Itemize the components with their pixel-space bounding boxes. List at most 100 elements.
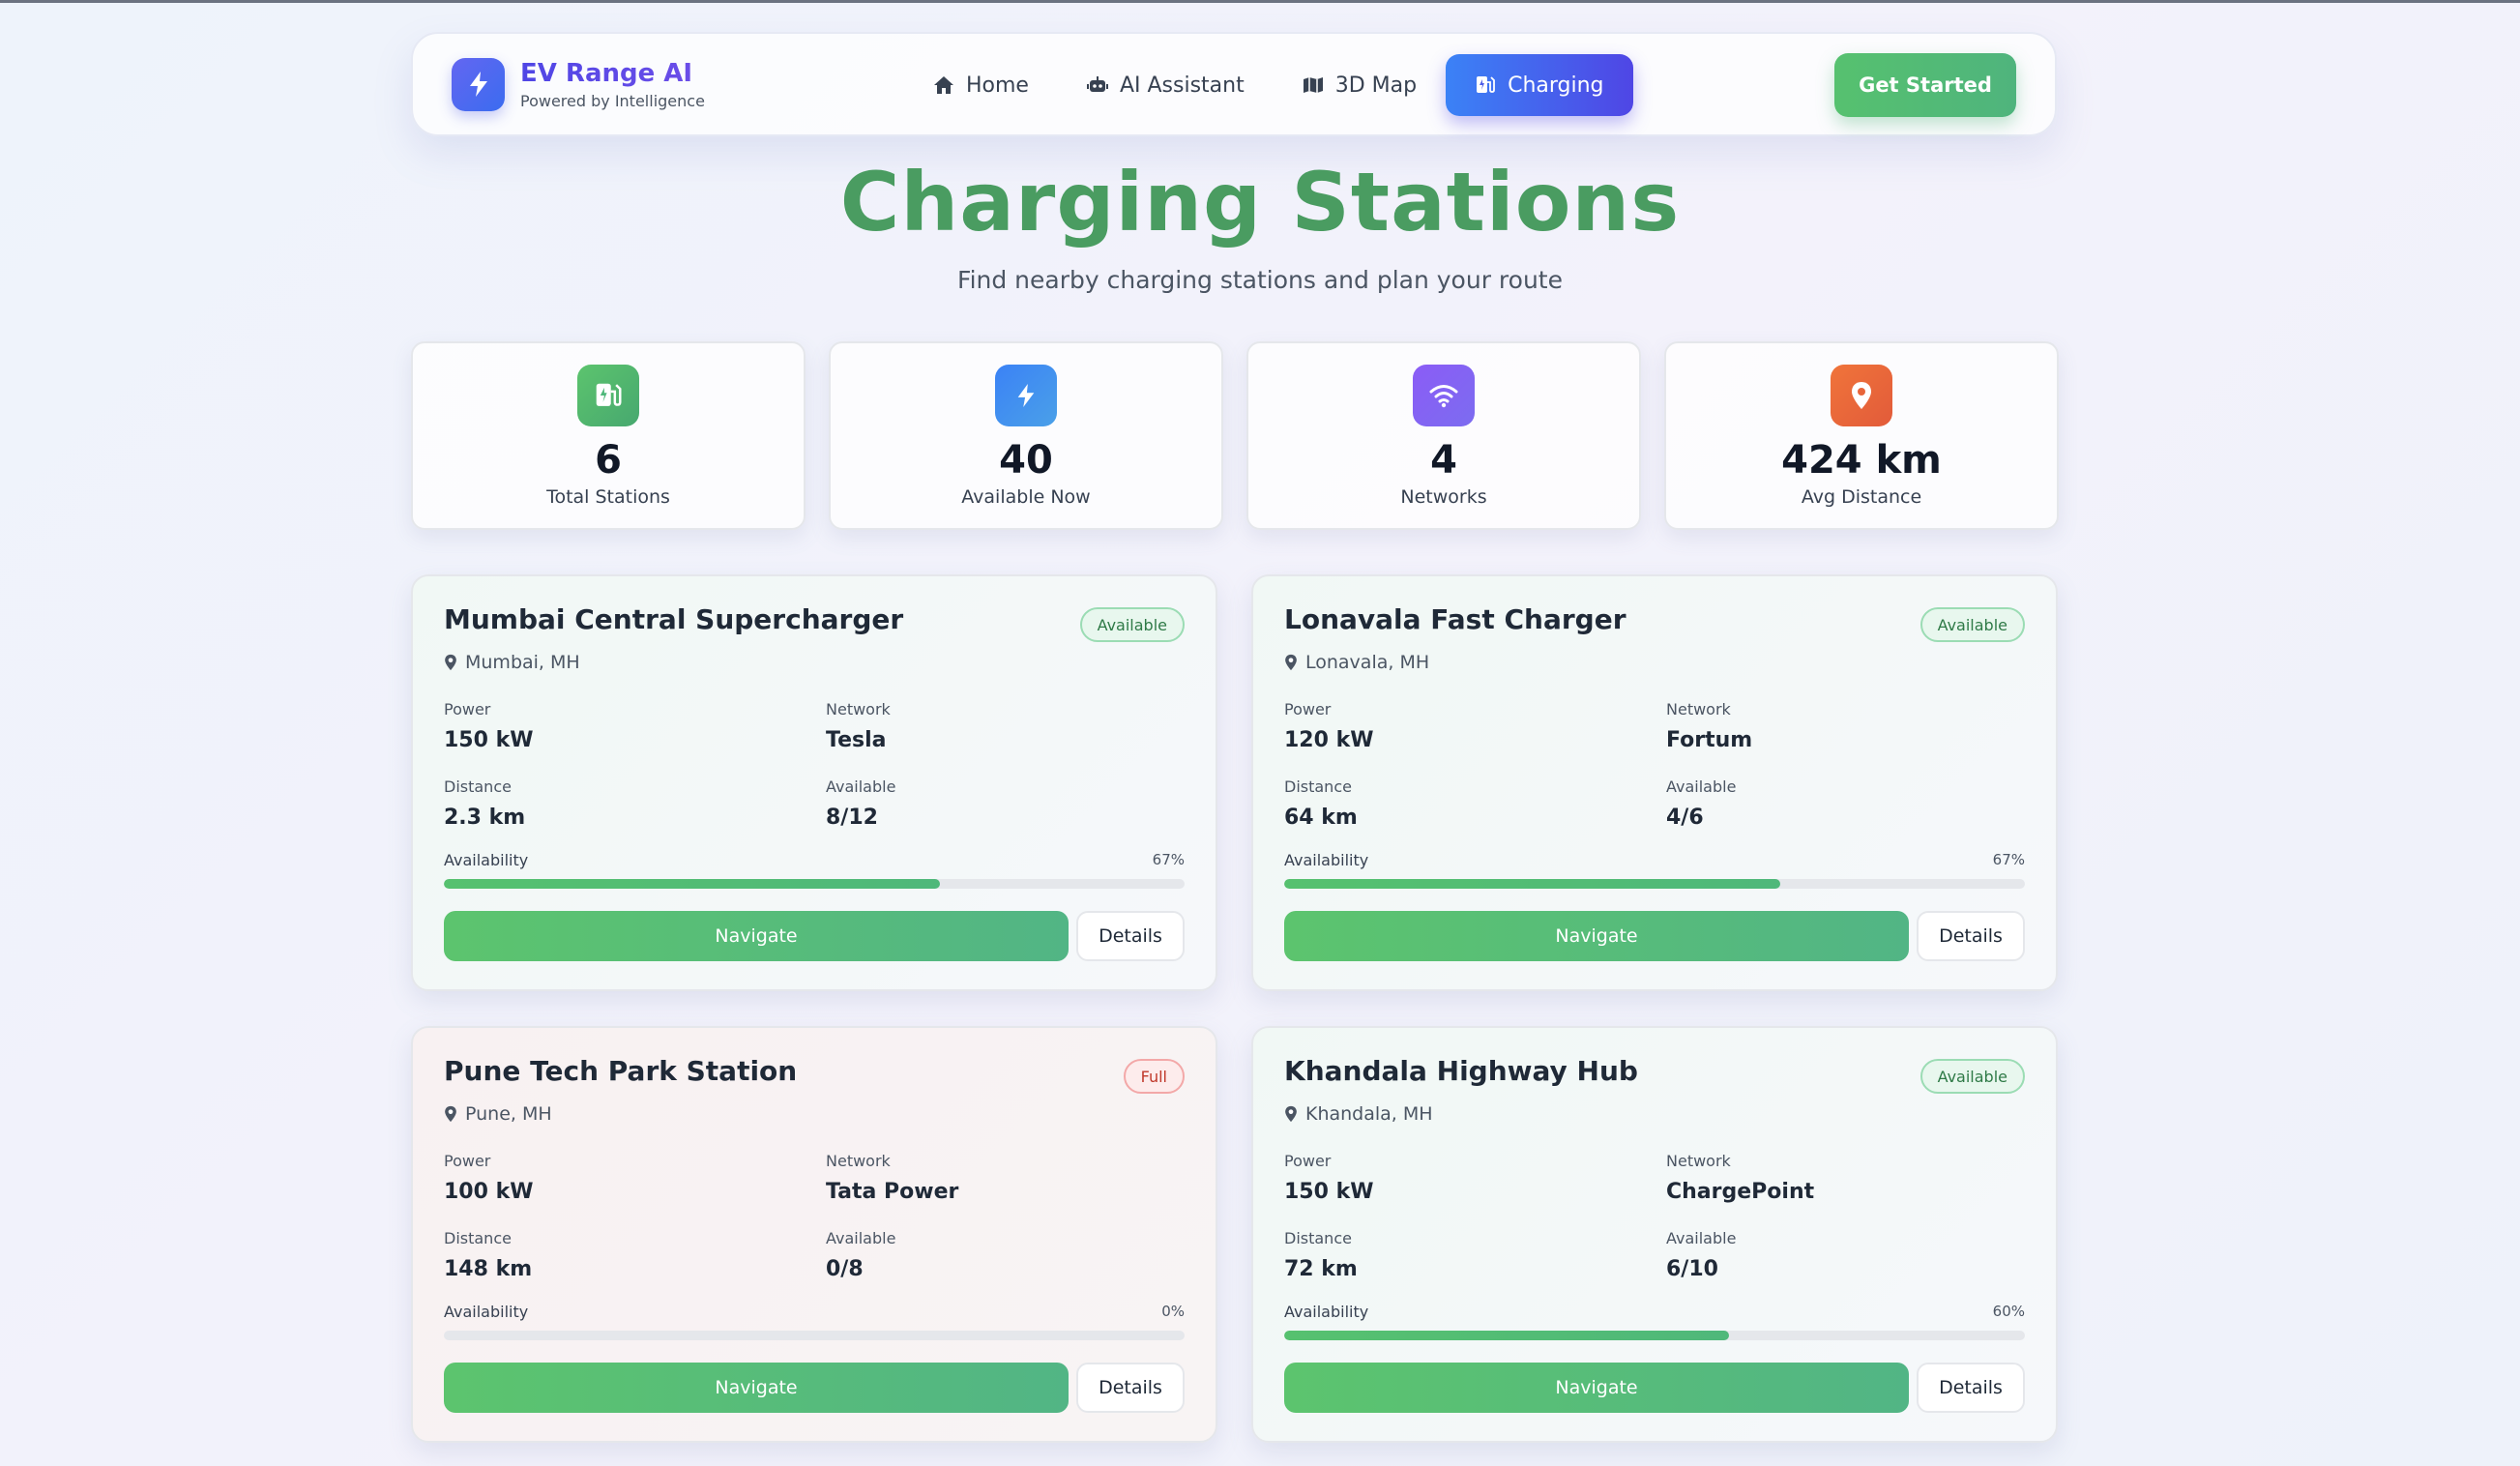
lightning-icon	[469, 72, 487, 97]
location-pin-icon	[1852, 382, 1871, 409]
page-title: Charging Stations	[839, 155, 1681, 249]
navigate-button[interactable]: Navigate	[1284, 911, 1909, 961]
station-card: Pune Tech Park Station Pune, MH Full Pow…	[411, 1026, 1217, 1443]
station-name: Khandala Highway Hub	[1284, 1055, 1638, 1087]
network-field: Network ChargePoint	[1666, 1152, 1814, 1204]
details-button[interactable]: Details	[1076, 911, 1185, 961]
network-value: Tata Power	[826, 1180, 959, 1204]
nav-item-charging[interactable]: Charging	[1446, 54, 1633, 116]
availability-bar-fill	[1284, 1331, 1729, 1340]
stat-icon-box	[577, 365, 639, 426]
stat-icon-box	[1413, 365, 1475, 426]
power-value: 150 kW	[444, 728, 534, 752]
station-card: Mumbai Central Supercharger Mumbai, MH A…	[411, 574, 1217, 991]
charging-station-icon	[596, 383, 622, 406]
available-value: 6/10	[1666, 1257, 1718, 1281]
nav-item-home[interactable]: Home	[904, 54, 1058, 116]
stat-label: Networks	[1400, 486, 1487, 508]
details-button[interactable]: Details	[1917, 1363, 2025, 1413]
home-icon	[934, 76, 953, 94]
distance-value: 64 km	[1284, 806, 1358, 830]
get-started-button[interactable]: Get Started	[1834, 53, 2016, 117]
brand-name: EV Range AI	[520, 59, 705, 88]
stat-icon-box	[995, 365, 1057, 426]
details-button[interactable]: Details	[1076, 1363, 1185, 1413]
power-value: 150 kW	[1284, 1180, 1374, 1204]
nav-item-3d-map[interactable]: 3D Map	[1274, 54, 1446, 116]
distance-field: Distance 64 km	[1284, 777, 1358, 830]
page: EV Range AI Powered by Intelligence Home	[0, 0, 2520, 1466]
stat-label: Avg Distance	[1801, 486, 1922, 508]
power-field: Power 100 kW	[444, 1152, 533, 1204]
station-location: Lonavala, MH	[1284, 652, 1429, 673]
nav-item-label: Home	[966, 73, 1029, 98]
nav-item-label: Charging	[1508, 73, 1604, 98]
power-label: Power	[1284, 700, 1332, 718]
available-field: Available 0/8	[826, 1229, 895, 1281]
distance-label: Distance	[444, 1229, 512, 1247]
location-pin-icon	[1285, 654, 1297, 671]
nav-links: Home AI Assistant 3D Map Charging	[904, 54, 1633, 116]
station-name: Mumbai Central Supercharger	[444, 603, 904, 635]
network-label: Network	[1666, 1152, 1731, 1170]
distance-value: 72 km	[1284, 1257, 1358, 1281]
availability-bar	[1284, 1331, 2025, 1340]
availability-label: Availability	[1284, 851, 1369, 869]
power-value: 120 kW	[1284, 728, 1374, 752]
navigate-button[interactable]: Navigate	[444, 1363, 1069, 1413]
map-icon	[1303, 77, 1323, 93]
brand: EV Range AI Powered by Intelligence	[520, 59, 705, 110]
station-location-text: Pune, MH	[465, 1103, 552, 1125]
logo[interactable]	[452, 57, 505, 111]
availability-bar-fill	[1284, 879, 1781, 889]
power-label: Power	[444, 1152, 491, 1170]
robot-icon	[1086, 76, 1108, 92]
stat-value: 4	[1430, 438, 1457, 483]
location-pin-icon	[1285, 1105, 1297, 1123]
brand-tagline: Powered by Intelligence	[520, 91, 705, 110]
network-value: ChargePoint	[1666, 1180, 1815, 1204]
distance-field: Distance 2.3 km	[444, 777, 525, 830]
available-value: 0/8	[826, 1257, 864, 1281]
top-border	[0, 0, 2520, 3]
navigate-button[interactable]: Navigate	[1284, 1363, 1909, 1413]
distance-value: 2.3 km	[444, 806, 526, 830]
available-value: 8/12	[826, 806, 878, 830]
network-value: Fortum	[1666, 728, 1753, 752]
available-label: Available	[1666, 777, 1737, 796]
details-button[interactable]: Details	[1917, 911, 2025, 961]
lightning-icon	[1017, 384, 1035, 407]
power-label: Power	[444, 700, 491, 718]
distance-label: Distance	[1284, 777, 1352, 796]
status-badge: Full	[1123, 1059, 1185, 1094]
network-value: Tesla	[826, 728, 887, 752]
available-value: 4/6	[1666, 806, 1704, 830]
available-field: Available 8/12	[826, 777, 895, 830]
nav-item-ai-assistant[interactable]: AI Assistant	[1058, 54, 1274, 116]
power-value: 100 kW	[444, 1180, 534, 1204]
location-pin-icon	[445, 654, 456, 671]
stat-value: 6	[595, 438, 622, 483]
station-card: Lonavala Fast Charger Lonavala, MH Avail…	[1251, 574, 2058, 991]
power-field: Power 150 kW	[444, 700, 533, 752]
network-field: Network Tata Power	[826, 1152, 958, 1204]
availability-percent: 67%	[1992, 851, 2025, 868]
nav-item-label: 3D Map	[1334, 73, 1418, 98]
availability-label: Availability	[444, 851, 529, 869]
availability-percent: 67%	[1152, 851, 1185, 868]
status-badge: Available	[1079, 607, 1185, 642]
availability-percent: 60%	[1992, 1303, 2025, 1320]
station-location-text: Lonavala, MH	[1305, 652, 1430, 673]
network-label: Network	[826, 700, 891, 718]
station-location-text: Khandala, MH	[1305, 1103, 1433, 1125]
page-subtitle: Find nearby charging stations and plan y…	[957, 266, 1563, 294]
location-pin-icon	[445, 1105, 456, 1123]
network-label: Network	[1666, 700, 1731, 718]
stat-card-avg-distance: 424 km Avg Distance	[1664, 341, 2059, 530]
stat-card-total-stations: 6 Total Stations	[411, 341, 806, 530]
network-label: Network	[826, 1152, 891, 1170]
stat-card-available-now: 40 Available Now	[829, 341, 1223, 530]
network-field: Network Tesla	[826, 700, 891, 752]
navigate-button[interactable]: Navigate	[444, 911, 1069, 961]
availability-bar	[444, 879, 1185, 889]
